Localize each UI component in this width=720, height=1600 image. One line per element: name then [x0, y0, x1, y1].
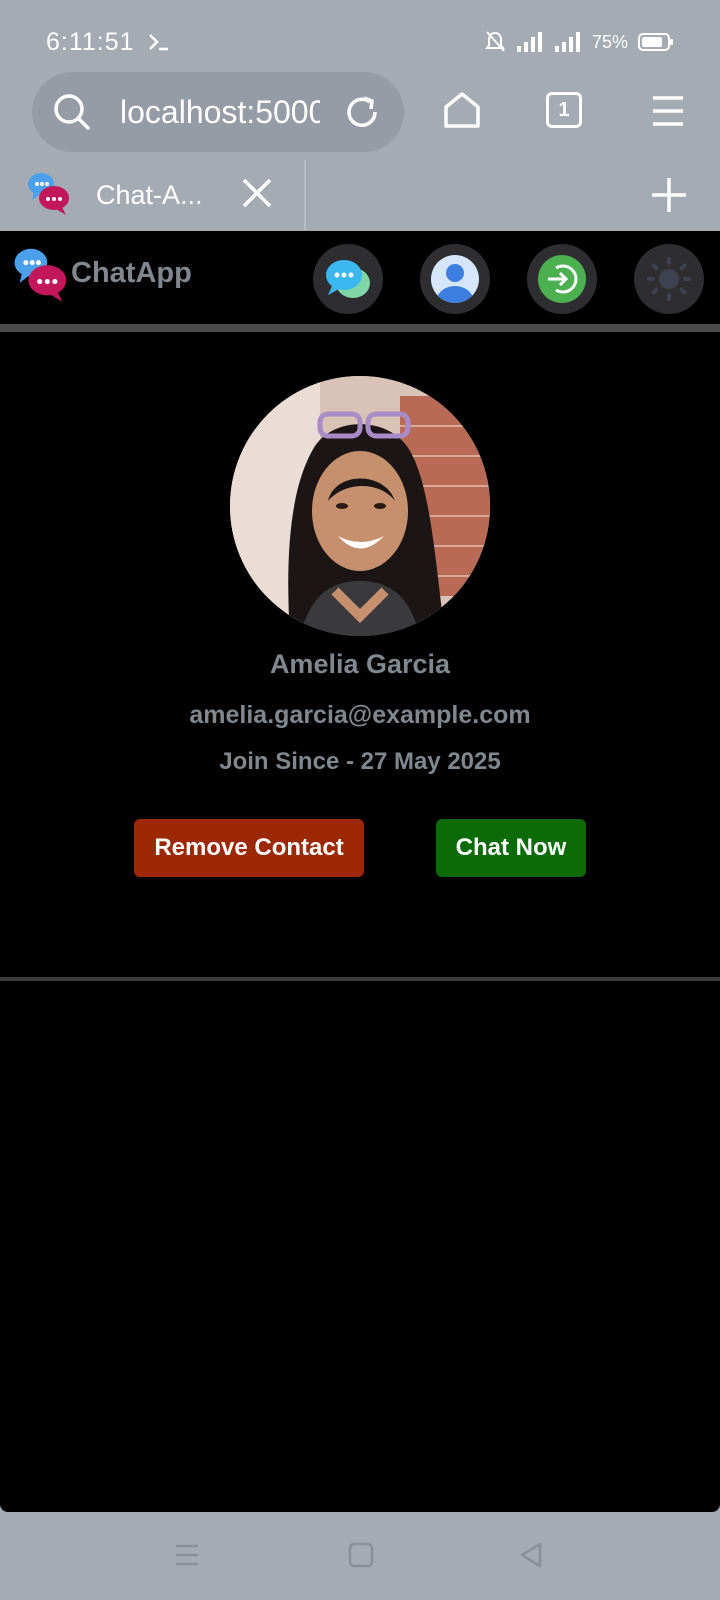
- login-icon: [538, 255, 586, 303]
- menu-icon[interactable]: [650, 94, 686, 128]
- browser-toolbar: localhost:5000 1: [0, 70, 720, 152]
- nav-theme-toggle-button[interactable]: [634, 244, 704, 314]
- home-square-icon[interactable]: [348, 1542, 374, 1568]
- terminal-icon: [149, 34, 168, 51]
- reload-icon[interactable]: [342, 92, 382, 132]
- brand-name[interactable]: ChatApp: [71, 257, 192, 290]
- signal-icon: [516, 32, 542, 52]
- address-bar[interactable]: localhost:5000: [32, 72, 404, 152]
- url-text[interactable]: localhost:5000: [120, 94, 320, 131]
- chats-icon: [326, 260, 370, 298]
- nav-chats-button[interactable]: [313, 244, 383, 314]
- tab-title[interactable]: Chat-A...: [96, 180, 203, 211]
- profile-icon: [431, 255, 479, 303]
- status-indicators: 75%: [484, 30, 674, 54]
- status-time: 6:11:51: [46, 28, 135, 56]
- notifications-muted-icon: [485, 31, 505, 52]
- system-navigation-bar: [0, 1512, 720, 1600]
- theme-toggle-icon: [647, 257, 691, 301]
- home-icon[interactable]: [442, 90, 482, 130]
- tab-switcher-button[interactable]: 1: [546, 92, 582, 128]
- battery-icon: [638, 33, 673, 51]
- close-icon[interactable]: [240, 176, 274, 210]
- app-header: ChatApp: [0, 231, 720, 324]
- chat-logo-icon: [28, 173, 69, 215]
- tab-divider: [304, 160, 306, 230]
- battery-percent: 75%: [591, 31, 628, 52]
- status-bar: 6:11:51 75%: [0, 0, 720, 70]
- signal-icon-secondary: [554, 32, 580, 52]
- chat-now-button[interactable]: Chat Now: [436, 819, 586, 877]
- chat-logo-icon: [14, 248, 67, 302]
- profile-join-date: Join Since - 27 May 2025: [219, 748, 501, 775]
- profile-name: Amelia Garcia: [269, 649, 451, 679]
- recents-icon[interactable]: [174, 1542, 200, 1568]
- nav-login-button[interactable]: [527, 244, 597, 314]
- header-divider: [0, 324, 720, 332]
- nav-profile-button[interactable]: [420, 244, 490, 314]
- profile-photo: [230, 376, 490, 636]
- back-icon[interactable]: [518, 1542, 544, 1568]
- profile-email: amelia.garcia@example.com: [189, 701, 531, 729]
- tab-strip: Chat-A...: [0, 158, 720, 231]
- remove-contact-button[interactable]: Remove Contact: [134, 819, 364, 877]
- app-viewport: ChatApp Amelia Garcia amelia.garcia@exam…: [0, 231, 720, 1512]
- content-divider: [0, 977, 720, 981]
- search-icon: [54, 94, 90, 130]
- new-tab-icon[interactable]: [650, 176, 688, 214]
- avatar: [230, 376, 490, 636]
